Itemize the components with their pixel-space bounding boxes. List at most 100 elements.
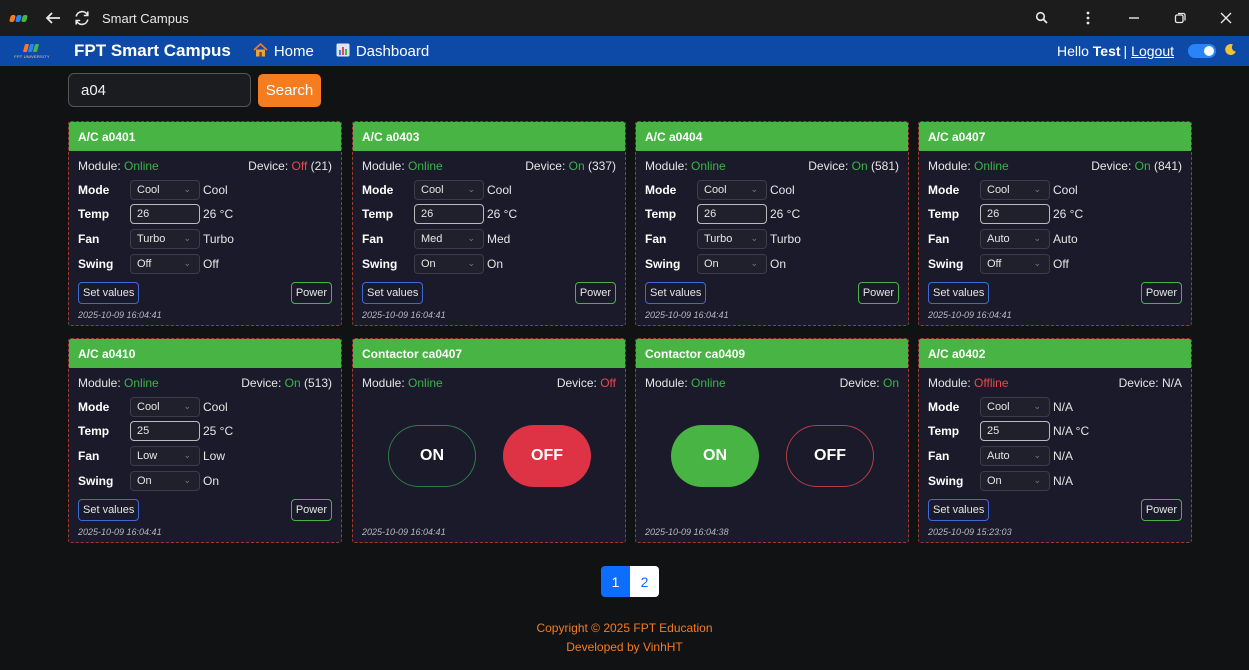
chevron-down-icon: ⌄	[183, 184, 191, 194]
brand-title[interactable]: FPT Smart Campus	[74, 41, 231, 61]
swing-select[interactable]: On ⌄	[414, 254, 484, 274]
mode-select[interactable]: Cool ⌄	[130, 397, 200, 417]
mode-select[interactable]: Cool ⌄	[980, 397, 1050, 417]
device-count: (337)	[587, 159, 616, 173]
logout-link[interactable]: Logout	[1131, 43, 1174, 59]
mode-select[interactable]: Cool ⌄	[697, 180, 767, 200]
chevron-down-icon: ⌄	[1033, 450, 1041, 460]
set-values-button[interactable]: Set values	[645, 282, 707, 304]
swing-label: Swing	[362, 257, 398, 271]
set-values-button[interactable]: Set values	[78, 282, 140, 304]
module-status: Module: Online	[645, 159, 726, 173]
temp-input[interactable]: 26	[980, 204, 1050, 224]
power-button[interactable]: Power	[1140, 282, 1182, 304]
temp-input[interactable]: 25	[980, 421, 1050, 441]
swing-select[interactable]: On ⌄	[980, 471, 1050, 491]
fan-select[interactable]: Turbo ⌄	[697, 229, 767, 249]
fan-label: Fan	[645, 232, 667, 246]
power-button[interactable]: Power	[290, 499, 332, 521]
pagination: 1 2	[601, 566, 659, 597]
set-values-button[interactable]: Set values	[362, 282, 424, 304]
swing-select[interactable]: Off ⌄	[130, 254, 200, 274]
page-1-button[interactable]: 1	[601, 566, 630, 597]
device-card-a0402: A/C a0402 Module: Offline Device: N/A Mo…	[918, 338, 1192, 543]
power-button[interactable]: Power	[1140, 499, 1182, 521]
fan-select[interactable]: Auto ⌄	[980, 446, 1050, 466]
off-button[interactable]: OFF	[786, 425, 874, 487]
temp-input[interactable]: 26	[414, 204, 484, 224]
card-title: Contactor ca0407	[353, 339, 625, 368]
temp-label: Temp	[645, 207, 677, 221]
search-input[interactable]: a04	[68, 73, 251, 107]
temp-value: 26 °C	[203, 207, 234, 221]
swing-label: Swing	[78, 474, 114, 488]
device-status-value: On	[1134, 159, 1151, 173]
logo-subtitle: FPT UNIVERSITY	[14, 53, 50, 59]
chevron-down-icon: ⌄	[1033, 401, 1041, 411]
power-button[interactable]: Power	[574, 282, 616, 304]
reload-icon[interactable]	[70, 0, 94, 36]
module-status: Module: Online	[645, 376, 726, 390]
device-status-value: On	[882, 376, 899, 390]
nav-home[interactable]: Home	[253, 42, 314, 60]
off-button[interactable]: OFF	[503, 425, 591, 487]
search-button[interactable]: Search	[258, 74, 321, 107]
window-title: Smart Campus	[102, 10, 189, 26]
swing-value: On	[770, 257, 787, 271]
chevron-down-icon: ⌄	[1033, 233, 1041, 243]
swing-label: Swing	[78, 257, 114, 271]
device-status: Device: N/A	[1118, 376, 1182, 390]
mode-select[interactable]: Cool ⌄	[980, 180, 1050, 200]
nav-dashboard[interactable]: Dashboard	[336, 43, 429, 60]
module-status-value: Online	[408, 159, 443, 173]
set-values-button[interactable]: Set values	[78, 499, 140, 521]
temp-input[interactable]: 25	[130, 421, 200, 441]
mode-label: Mode	[78, 400, 110, 414]
on-button[interactable]: ON	[671, 425, 759, 487]
fan-select[interactable]: Low ⌄	[130, 446, 200, 466]
on-button[interactable]: ON	[388, 425, 476, 487]
device-status-value: Off	[291, 159, 308, 173]
power-button[interactable]: Power	[290, 282, 332, 304]
mode-value: N/A	[1053, 400, 1074, 414]
page-2-button[interactable]: 2	[630, 566, 659, 597]
mode-select[interactable]: Cool ⌄	[130, 180, 200, 200]
mode-value: Cool	[770, 183, 795, 197]
zoom-icon[interactable]	[1019, 0, 1065, 36]
chevron-down-icon: ⌄	[183, 450, 191, 460]
fan-label: Fan	[928, 449, 950, 463]
module-status-value: Online	[124, 376, 159, 390]
close-icon[interactable]	[1203, 0, 1249, 36]
fan-value: Low	[203, 449, 226, 463]
back-arrow-icon[interactable]	[36, 0, 70, 36]
minimize-icon[interactable]	[1111, 0, 1157, 36]
nav-dashboard-label: Dashboard	[355, 42, 430, 60]
fan-value: Auto	[1053, 232, 1078, 246]
more-options-icon[interactable]	[1065, 0, 1111, 36]
swing-select[interactable]: Off ⌄	[980, 254, 1050, 274]
swing-label: Swing	[928, 257, 964, 271]
temp-input[interactable]: 26	[130, 204, 200, 224]
card-title: A/C a0410	[69, 339, 341, 368]
set-values-button[interactable]: Set values	[928, 282, 990, 304]
fan-select[interactable]: Med ⌄	[414, 229, 484, 249]
temp-input[interactable]: 26	[697, 204, 767, 224]
chevron-down-icon: ⌄	[467, 258, 475, 268]
chevron-down-icon: ⌄	[750, 233, 758, 243]
temp-value: 26 °C	[1053, 207, 1084, 221]
swing-select[interactable]: On ⌄	[697, 254, 767, 274]
power-button[interactable]: Power	[857, 282, 899, 304]
theme-toggle[interactable]	[1188, 44, 1216, 58]
fan-select[interactable]: Auto ⌄	[980, 229, 1050, 249]
module-status-value: Online	[691, 376, 726, 390]
swing-value: Off	[1053, 257, 1069, 271]
timestamp: 2025-10-09 16:04:41	[362, 527, 446, 537]
mode-select[interactable]: Cool ⌄	[414, 180, 484, 200]
fan-select[interactable]: Turbo ⌄	[130, 229, 200, 249]
set-values-button[interactable]: Set values	[928, 499, 990, 521]
fpt-logo[interactable]: FPT UNIVERSITY	[12, 36, 52, 66]
swing-select[interactable]: On ⌄	[130, 471, 200, 491]
restore-icon[interactable]	[1157, 0, 1203, 36]
mode-value: Cool	[487, 183, 512, 197]
device-status: Device: On	[839, 376, 899, 390]
